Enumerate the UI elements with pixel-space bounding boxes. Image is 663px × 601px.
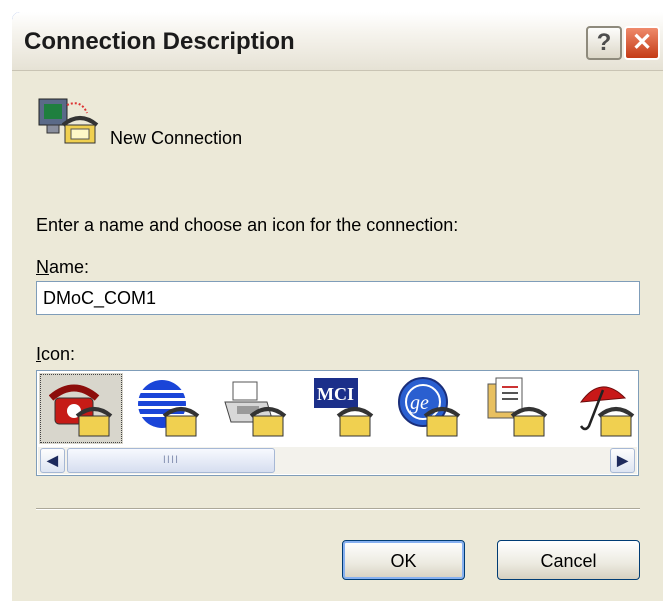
name-label-text: ame: — [49, 257, 90, 277]
close-button[interactable]: ✕ — [624, 26, 660, 60]
icon-option-ge-phone[interactable]: ge — [387, 373, 471, 444]
name-input[interactable] — [36, 281, 640, 315]
icon-label-text: con: — [41, 344, 76, 364]
icon-option-globe-phone[interactable] — [126, 373, 210, 444]
svg-text:ge: ge — [410, 392, 429, 414]
umbrella-phone-icon — [579, 386, 635, 437]
icon-option-umbrella-phone[interactable] — [561, 373, 638, 444]
icon-option-red-phone[interactable] — [39, 373, 123, 444]
separator — [36, 508, 640, 510]
icon-list[interactable]: MCI ge ◀ IIII ▶ — [36, 370, 639, 476]
cancel-button[interactable]: Cancel — [497, 540, 640, 580]
scrollbar-thumb[interactable]: IIII — [67, 448, 275, 473]
name-label-accelerator: N — [36, 257, 49, 277]
red-phone-icon — [49, 384, 113, 437]
icon-option-fax-phone[interactable] — [213, 373, 297, 444]
dialog-title: Connection Description — [24, 28, 295, 55]
documents-phone-icon — [487, 377, 548, 437]
connection-computer-phone-icon — [38, 98, 99, 144]
scroll-right-button[interactable]: ▶ — [610, 448, 635, 473]
mci-phone-icon: MCI — [314, 378, 374, 437]
icon-option-mci-phone[interactable]: MCI — [300, 373, 384, 444]
name-label: Name: — [36, 257, 89, 278]
ok-button[interactable]: OK — [342, 540, 465, 580]
dialog-body: New Connection Enter a name and choose a… — [12, 71, 663, 601]
icon-label: Icon: — [36, 344, 75, 365]
ge-phone-icon: ge — [398, 377, 461, 437]
connection-name-label: New Connection — [110, 128, 243, 148]
icon-option-documents-phone[interactable] — [474, 373, 558, 444]
help-button[interactable]: ? — [586, 26, 622, 60]
dialog-window: Connection Description ? ✕ New Connectio… — [12, 12, 663, 601]
svg-text:MCI: MCI — [317, 384, 354, 404]
instructions-text: Enter a name and choose an icon for the … — [36, 215, 459, 235]
globe-phone-icon — [138, 380, 200, 437]
title-bar[interactable]: Connection Description ? ✕ — [12, 12, 663, 71]
scroll-left-button[interactable]: ◀ — [40, 448, 65, 473]
fax-phone-icon — [224, 381, 287, 437]
horizontal-scrollbar[interactable]: ◀ IIII ▶ — [38, 447, 637, 474]
